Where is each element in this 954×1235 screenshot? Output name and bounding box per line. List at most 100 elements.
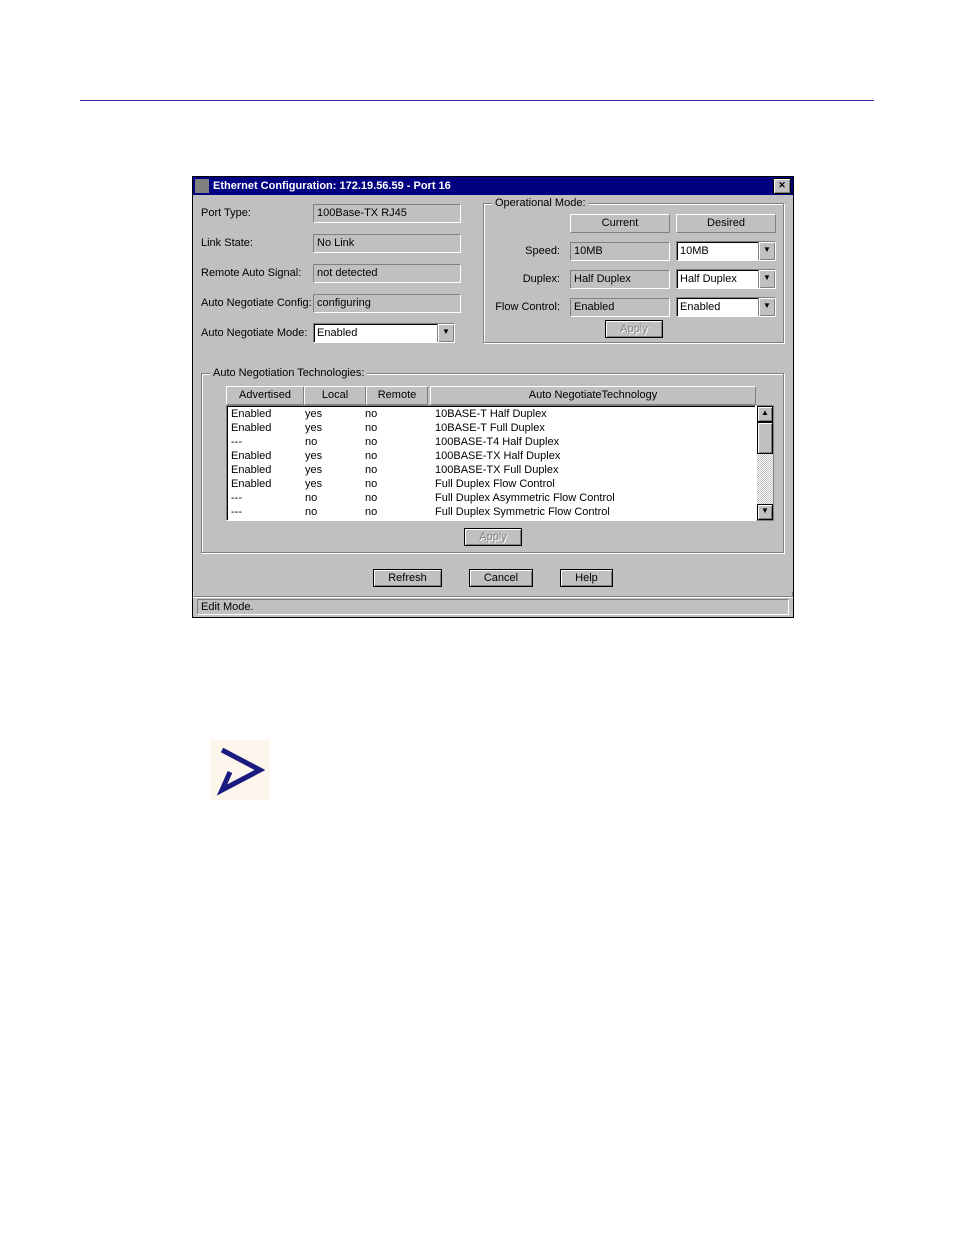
chevron-down-icon[interactable]: ▼ bbox=[758, 242, 775, 260]
auto-neg-mode-value: Enabled bbox=[314, 324, 437, 342]
table-row[interactable]: ---nonoFull Duplex Symmetric Flow Contro… bbox=[227, 505, 755, 519]
operational-mode-title: Operational Mode: bbox=[492, 197, 589, 209]
duplex-current: Half Duplex bbox=[570, 270, 670, 289]
client-area: Port Type: 100Base-TX RJ45 Link State: N… bbox=[193, 195, 793, 592]
ethernet-config-window: Ethernet Configuration: 172.19.56.59 - P… bbox=[192, 176, 794, 618]
port-type-label: Port Type: bbox=[201, 207, 313, 219]
auto-neg-mode-combo[interactable]: Enabled ▼ bbox=[313, 323, 455, 343]
current-header: Current bbox=[570, 214, 670, 233]
duplex-desired-combo[interactable]: Half Duplex ▼ bbox=[676, 269, 776, 289]
scroll-down-icon[interactable]: ▼ bbox=[757, 504, 773, 520]
speed-label: Speed: bbox=[492, 245, 564, 257]
dialog-button-row: Refresh Cancel Help bbox=[201, 572, 785, 584]
cell-local: no bbox=[305, 435, 365, 449]
cell-remote: no bbox=[365, 491, 425, 505]
cell-local: yes bbox=[305, 421, 365, 435]
speed-desired-value: 10MB bbox=[677, 242, 758, 260]
page-header-divider bbox=[80, 60, 874, 101]
cell-local: yes bbox=[305, 407, 365, 421]
cell-advertised: Enabled bbox=[229, 407, 305, 421]
desired-header: Desired bbox=[676, 214, 776, 233]
cell-advertised: --- bbox=[229, 491, 305, 505]
port-info-column: Port Type: 100Base-TX RJ45 Link State: N… bbox=[201, 203, 469, 353]
remote-auto-signal-value: not detected bbox=[313, 264, 461, 283]
cell-technology: 100BASE-TX Full Duplex bbox=[425, 463, 753, 477]
flow-control-current: Enabled bbox=[570, 298, 670, 317]
scroll-up-icon[interactable]: ▲ bbox=[757, 406, 773, 422]
cell-technology: Full Duplex Asymmetric Flow Control bbox=[425, 491, 753, 505]
auto-negotiation-title: Auto Negotiation Technologies: bbox=[210, 367, 367, 379]
remote-auto-signal-label: Remote Auto Signal: bbox=[201, 267, 313, 279]
cell-remote: no bbox=[365, 463, 425, 477]
flow-control-desired-combo[interactable]: Enabled ▼ bbox=[676, 297, 776, 317]
auto-negotiation-group: Auto Negotiation Technologies: Advertise… bbox=[201, 373, 785, 554]
col-local[interactable]: Local bbox=[304, 386, 366, 405]
cell-technology: Full Duplex Symmetric Flow Control bbox=[425, 505, 753, 519]
help-button[interactable]: Help bbox=[560, 569, 613, 587]
scroll-track[interactable] bbox=[757, 454, 773, 504]
operational-mode-group: Operational Mode: Current Desired Speed:… bbox=[483, 203, 785, 344]
cell-local: yes bbox=[305, 477, 365, 491]
operational-apply-button[interactable]: Apply bbox=[605, 320, 663, 338]
cell-remote: no bbox=[365, 477, 425, 491]
link-state-value: No Link bbox=[313, 234, 461, 253]
cell-technology: 100BASE-T4 Half Duplex bbox=[425, 435, 753, 449]
cancel-button[interactable]: Cancel bbox=[469, 569, 533, 587]
col-remote[interactable]: Remote bbox=[366, 386, 428, 405]
cell-advertised: --- bbox=[229, 435, 305, 449]
speed-current: 10MB bbox=[570, 242, 670, 261]
cell-technology: 10BASE-T Full Duplex bbox=[425, 421, 753, 435]
autoneg-apply-button[interactable]: Apply bbox=[464, 528, 522, 546]
col-technology[interactable]: Auto NegotiateTechnology bbox=[430, 386, 756, 405]
table-row[interactable]: Enabledyesno100BASE-TX Full Duplex bbox=[227, 463, 755, 477]
window-icon bbox=[195, 179, 209, 193]
status-text: Edit Mode. bbox=[197, 599, 789, 615]
table-row[interactable]: ---nono100BASE-T4 Half Duplex bbox=[227, 435, 755, 449]
cell-advertised: Enabled bbox=[229, 449, 305, 463]
cell-advertised: Enabled bbox=[229, 477, 305, 491]
cell-technology: 100BASE-TX Half Duplex bbox=[425, 449, 753, 463]
table-row[interactable]: EnabledyesnoFull Duplex Flow Control bbox=[227, 477, 755, 491]
auto-neg-config-label: Auto Negotiate Config: bbox=[201, 297, 313, 309]
cell-local: no bbox=[305, 505, 365, 519]
auto-neg-table-body[interactable]: Enabledyesno10BASE-T Half DuplexEnabledy… bbox=[226, 405, 756, 521]
duplex-label: Duplex: bbox=[492, 273, 564, 285]
table-row[interactable]: Enabledyesno100BASE-TX Half Duplex bbox=[227, 449, 755, 463]
window-title: Ethernet Configuration: 172.19.56.59 - P… bbox=[213, 180, 773, 192]
table-row[interactable]: Enabledyesno10BASE-T Half Duplex bbox=[227, 407, 755, 421]
auto-neg-table: Advertised Local Remote Auto NegotiateTe… bbox=[212, 386, 774, 521]
scroll-thumb[interactable] bbox=[757, 422, 773, 454]
col-advertised[interactable]: Advertised bbox=[226, 386, 304, 405]
chevron-down-icon[interactable]: ▼ bbox=[437, 324, 454, 342]
cell-local: no bbox=[305, 491, 365, 505]
titlebar: Ethernet Configuration: 172.19.56.59 - P… bbox=[193, 177, 793, 195]
chevron-down-icon[interactable]: ▼ bbox=[758, 298, 775, 316]
table-row[interactable]: Enabledyesno10BASE-T Full Duplex bbox=[227, 421, 755, 435]
cell-local: yes bbox=[305, 463, 365, 477]
refresh-button[interactable]: Refresh bbox=[373, 569, 442, 587]
status-bar: Edit Mode. bbox=[193, 596, 793, 617]
table-row[interactable]: ---nonoFull Duplex Asymmetric Flow Contr… bbox=[227, 491, 755, 505]
cell-local: yes bbox=[305, 449, 365, 463]
table-scrollbar[interactable]: ▲ ▼ bbox=[756, 405, 774, 521]
flow-control-desired-value: Enabled bbox=[677, 298, 758, 316]
chevron-down-icon[interactable]: ▼ bbox=[758, 270, 775, 288]
speed-desired-combo[interactable]: 10MB ▼ bbox=[676, 241, 776, 261]
cell-technology: Full Duplex Flow Control bbox=[425, 477, 753, 491]
auto-neg-config-value: configuring bbox=[313, 294, 461, 313]
cell-technology: 10BASE-T Half Duplex bbox=[425, 407, 753, 421]
cell-advertised: Enabled bbox=[229, 421, 305, 435]
duplex-desired-value: Half Duplex bbox=[677, 270, 758, 288]
cell-remote: no bbox=[365, 421, 425, 435]
cell-advertised: --- bbox=[229, 505, 305, 519]
flow-control-label: Flow Control: bbox=[492, 301, 564, 313]
close-button[interactable]: ✕ bbox=[773, 178, 791, 194]
cell-remote: no bbox=[365, 505, 425, 519]
note-icon bbox=[210, 740, 270, 800]
cell-advertised: Enabled bbox=[229, 463, 305, 477]
cell-remote: no bbox=[365, 407, 425, 421]
cell-remote: no bbox=[365, 435, 425, 449]
cell-remote: no bbox=[365, 449, 425, 463]
link-state-label: Link State: bbox=[201, 237, 313, 249]
port-type-value: 100Base-TX RJ45 bbox=[313, 204, 461, 223]
